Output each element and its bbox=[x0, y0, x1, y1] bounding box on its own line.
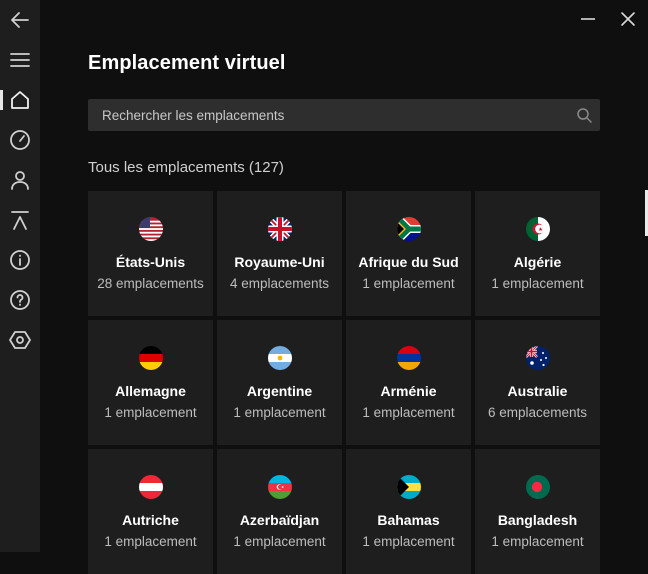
algeria-flag-icon bbox=[525, 217, 550, 241]
back-arrow-icon bbox=[11, 12, 29, 28]
location-count: 1 emplacement bbox=[104, 534, 197, 549]
location-count: 1 emplacement bbox=[233, 534, 326, 549]
location-name: Afrique du Sud bbox=[358, 254, 459, 270]
location-name: Algérie bbox=[513, 254, 562, 270]
speed-button[interactable] bbox=[0, 122, 40, 158]
account-button[interactable] bbox=[0, 162, 40, 198]
us-flag-icon bbox=[138, 217, 163, 241]
home-button[interactable] bbox=[0, 82, 40, 118]
location-count: 1 emplacement bbox=[362, 276, 455, 291]
location-card[interactable]: États-Unis 28 emplacements bbox=[88, 191, 213, 316]
location-name: Australie bbox=[507, 383, 568, 399]
location-name: Autriche bbox=[122, 512, 179, 528]
section-label: Tous les emplacements (127) bbox=[88, 159, 284, 176]
minimize-button[interactable] bbox=[575, 6, 601, 32]
info-icon bbox=[10, 250, 30, 270]
upload-icon bbox=[11, 211, 29, 230]
location-card[interactable]: Allemagne 1 emplacement bbox=[88, 320, 213, 445]
location-name: Allemagne bbox=[115, 383, 186, 399]
bangladesh-flag-icon bbox=[525, 475, 550, 499]
azerbaijan-flag-icon bbox=[267, 475, 292, 499]
location-card[interactable]: Algérie 1 emplacement bbox=[475, 191, 600, 316]
location-card[interactable]: Bangladesh 1 emplacement bbox=[475, 449, 600, 574]
south-africa-flag-icon bbox=[396, 217, 421, 241]
location-count: 6 emplacements bbox=[487, 405, 588, 420]
location-name: Arménie bbox=[380, 383, 437, 399]
home-icon bbox=[11, 91, 29, 109]
location-name: Royaume-Uni bbox=[234, 254, 325, 270]
location-count: 28 emplacements bbox=[97, 276, 204, 291]
location-card[interactable]: Royaume-Uni 4 emplacements bbox=[217, 191, 342, 316]
speedometer-icon bbox=[10, 130, 30, 150]
location-card[interactable]: Arménie 1 emplacement bbox=[346, 320, 471, 445]
location-count: 1 emplacement bbox=[362, 534, 455, 549]
sidebar bbox=[0, 0, 40, 552]
location-card[interactable]: Argentine 1 emplacement bbox=[217, 320, 342, 445]
location-count: 1 emplacement bbox=[491, 534, 584, 549]
location-name: Bahamas bbox=[377, 512, 440, 528]
location-count: 1 emplacement bbox=[362, 405, 455, 420]
location-card[interactable]: Afrique du Sud 1 emplacement bbox=[346, 191, 471, 316]
close-icon bbox=[621, 12, 635, 26]
help-icon bbox=[10, 290, 30, 310]
austria-flag-icon bbox=[138, 475, 163, 499]
location-count: 4 emplacements bbox=[229, 276, 330, 291]
location-card[interactable]: Bahamas 1 emplacement bbox=[346, 449, 471, 574]
germany-flag-icon bbox=[138, 346, 163, 370]
location-name: Argentine bbox=[246, 383, 313, 399]
uk-flag-icon bbox=[267, 217, 292, 241]
menu-icon bbox=[10, 53, 30, 67]
location-name: Azerbaïdjan bbox=[239, 512, 320, 528]
location-count: 1 emplacement bbox=[233, 405, 326, 420]
argentina-flag-icon bbox=[267, 346, 292, 370]
minimize-icon bbox=[581, 18, 595, 20]
australia-flag-icon bbox=[525, 346, 550, 370]
location-name: États-Unis bbox=[115, 254, 186, 270]
search-input[interactable] bbox=[88, 99, 568, 131]
page-title: Emplacement virtuel bbox=[88, 52, 286, 74]
location-card[interactable]: Australie 6 emplacements bbox=[475, 320, 600, 445]
close-button[interactable] bbox=[615, 6, 641, 32]
person-icon bbox=[11, 171, 29, 190]
bahamas-flag-icon bbox=[396, 475, 421, 499]
location-count: 1 emplacement bbox=[104, 405, 197, 420]
info-button[interactable] bbox=[0, 242, 40, 278]
back-button[interactable] bbox=[0, 2, 40, 38]
menu-button[interactable] bbox=[0, 42, 40, 78]
armenia-flag-icon bbox=[396, 346, 421, 370]
help-button[interactable] bbox=[0, 282, 40, 318]
search-box bbox=[88, 99, 600, 131]
location-card[interactable]: Azerbaïdjan 1 emplacement bbox=[217, 449, 342, 574]
locations-grid: États-Unis 28 emplacements Royaume-Uni 4… bbox=[88, 191, 601, 574]
settings-hexagon-icon bbox=[9, 331, 31, 349]
search-icon[interactable] bbox=[576, 107, 592, 123]
location-card[interactable]: Autriche 1 emplacement bbox=[88, 449, 213, 574]
update-button[interactable] bbox=[0, 202, 40, 238]
location-count: 1 emplacement bbox=[491, 276, 584, 291]
settings-button[interactable] bbox=[0, 322, 40, 358]
location-name: Bangladesh bbox=[497, 512, 578, 528]
